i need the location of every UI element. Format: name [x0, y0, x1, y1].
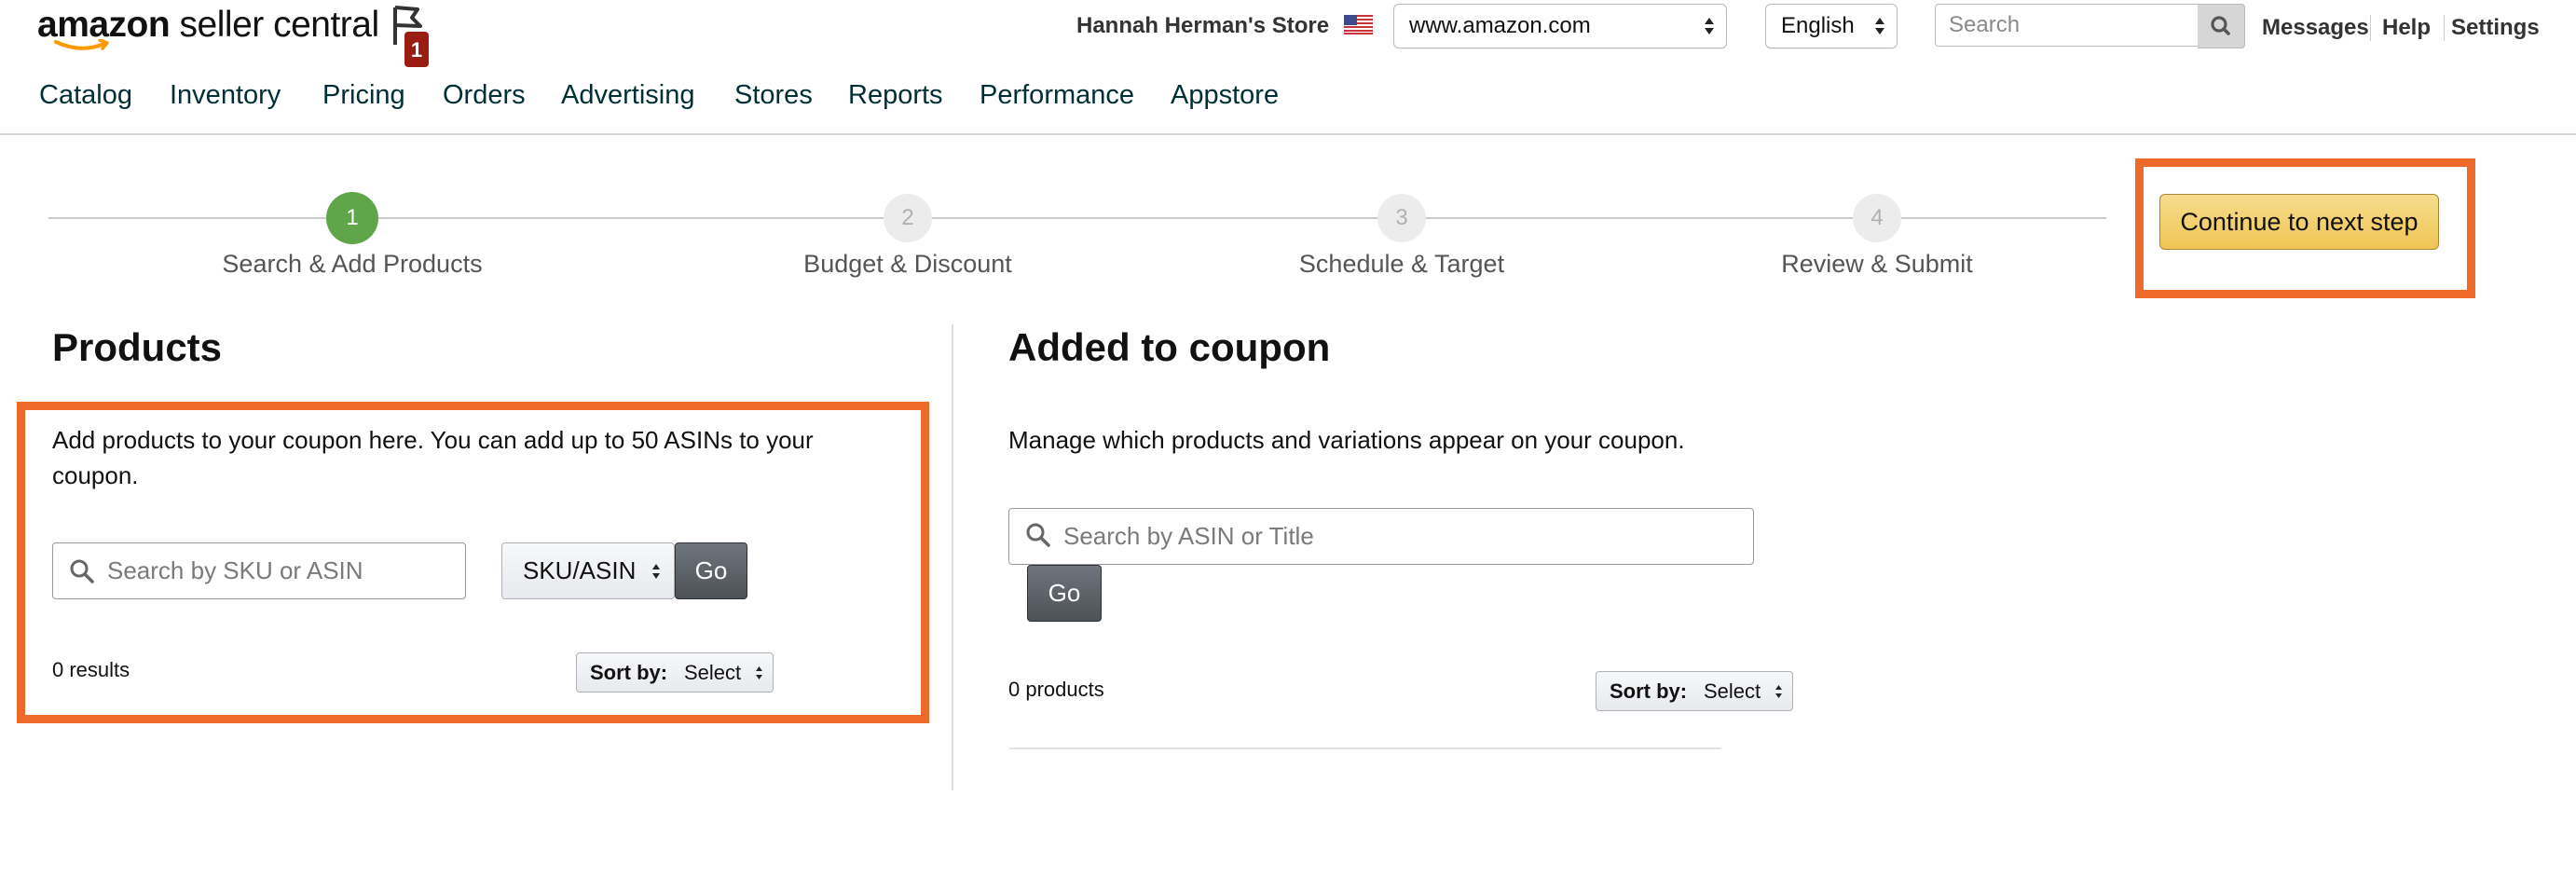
language-value: English	[1781, 13, 1855, 38]
nav-stores[interactable]: Stores	[734, 80, 813, 111]
nav-pricing[interactable]: Pricing	[322, 80, 405, 111]
step-1-label: Search & Add Products	[222, 250, 483, 278]
select-arrows-icon	[1875, 18, 1884, 34]
magnifier-icon	[1026, 523, 1050, 547]
step-2-label: Budget & Discount	[803, 250, 1012, 278]
nav-appstore[interactable]: Appstore	[1171, 80, 1279, 111]
nav-performance[interactable]: Performance	[980, 80, 1134, 111]
coupon-products-count: 0 products	[1008, 678, 1104, 701]
nav-catalog[interactable]: Catalog	[39, 80, 132, 111]
help-link[interactable]: Help	[2382, 15, 2431, 41]
messages-link[interactable]: Messages	[2262, 15, 2369, 41]
store-name[interactable]: Hannah Herman's Store	[1076, 13, 1329, 39]
language-select[interactable]: English	[1765, 4, 1898, 48]
sort-value: Select	[1704, 679, 1761, 703]
coupon-search-input[interactable]	[1063, 509, 1734, 564]
global-search-button[interactable]	[2198, 4, 2245, 48]
us-flag-icon	[1344, 15, 1373, 34]
coupon-list-divider	[1009, 748, 1721, 749]
marketplace-value: www.amazon.com	[1409, 13, 1591, 38]
step-4-indicator: 4	[1853, 194, 1901, 242]
marketplace-select[interactable]: www.amazon.com	[1393, 4, 1727, 48]
highlight-products-panel	[17, 402, 929, 723]
nav-inventory[interactable]: Inventory	[170, 80, 281, 111]
global-search-input[interactable]	[1936, 5, 2172, 46]
highlight-continue-button	[2135, 158, 2475, 298]
nav-advertising[interactable]: Advertising	[561, 80, 694, 111]
step-4-label: Review & Submit	[1781, 250, 1973, 278]
nav-divider	[0, 133, 2576, 135]
nav-reports[interactable]: Reports	[848, 80, 943, 111]
settings-link[interactable]: Settings	[2451, 15, 2540, 41]
notification-badge: 1	[404, 32, 429, 67]
step-2-indicator: 2	[884, 194, 932, 242]
header-divider	[2370, 15, 2371, 41]
added-to-coupon-description: Manage which products and variations app…	[1008, 426, 1685, 454]
coupon-go-button[interactable]: Go	[1027, 565, 1102, 622]
products-title: Products	[52, 325, 223, 369]
sort-label: Sort by:	[1610, 679, 1688, 703]
added-to-coupon-title: Added to coupon	[1008, 325, 1331, 369]
header-divider	[2444, 15, 2445, 41]
step-3-label: Schedule & Target	[1298, 250, 1505, 278]
global-search-field[interactable]	[1935, 4, 2199, 47]
coupon-search-field[interactable]	[1008, 508, 1754, 565]
step-1-indicator: 1	[326, 192, 378, 244]
select-arrows-icon	[1705, 18, 1714, 34]
amazon-seller-central-logo[interactable]: amazon seller central	[37, 2, 379, 58]
logo-product: seller central	[179, 5, 380, 45]
nav-orders[interactable]: Orders	[443, 80, 526, 111]
amazon-smile-icon	[54, 39, 109, 50]
panel-divider	[952, 324, 953, 790]
select-arrows-icon	[1775, 685, 1782, 698]
coupon-sort-select[interactable]: Sort by: Select	[1596, 671, 1793, 711]
search-icon	[2211, 16, 2230, 35]
step-3-indicator: 3	[1377, 194, 1426, 242]
